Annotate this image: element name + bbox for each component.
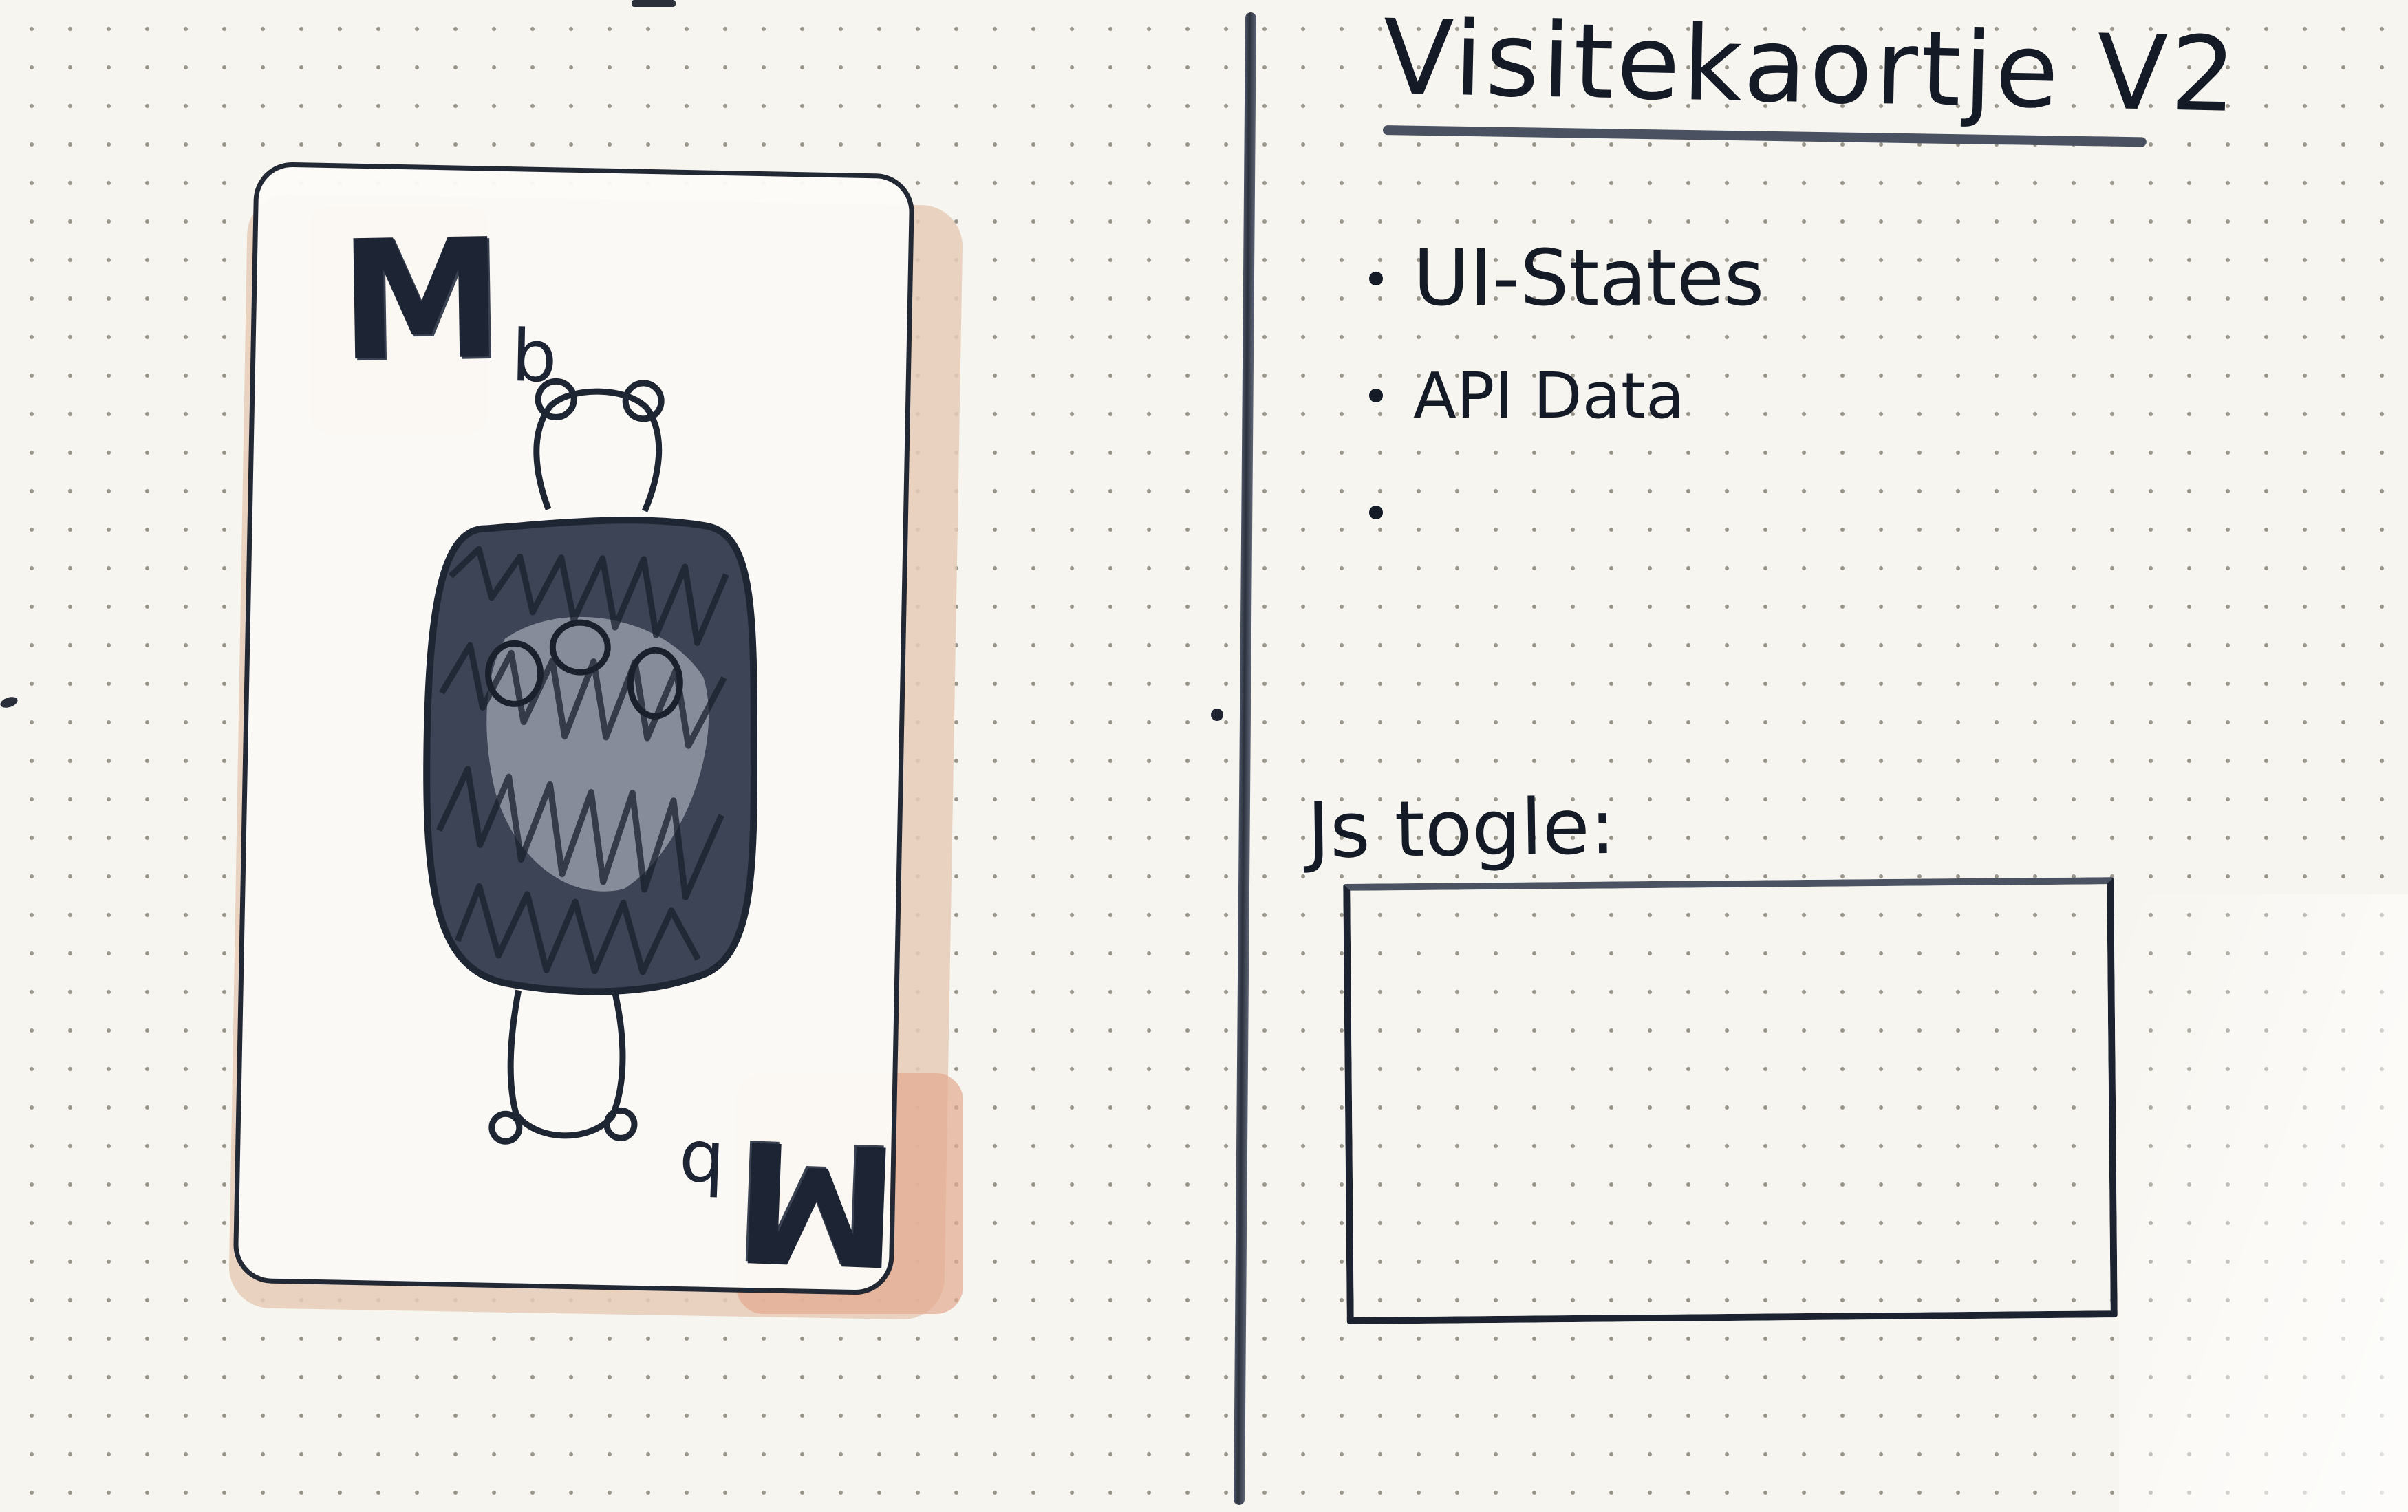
toggle-label: Js togle:	[1307, 781, 1617, 876]
list-item-label: UI-States	[1413, 234, 1765, 323]
bullet-icon	[1369, 272, 1383, 285]
figure-foot-right	[603, 1107, 638, 1141]
top-edge-mark	[632, 0, 676, 7]
bullet-icon	[1369, 506, 1383, 519]
margin-ink-mark	[0, 695, 19, 710]
list-item: API Data	[1369, 337, 1764, 454]
card-sketch: M b M b	[228, 158, 964, 1320]
card-figure-drawing	[423, 378, 757, 1145]
figure-ear-right	[622, 380, 665, 422]
bullet-icon	[1369, 389, 1383, 402]
list-item: UI-States	[1369, 220, 1764, 337]
list-item	[1369, 454, 1764, 571]
card-outline: M b M b	[233, 161, 915, 1302]
page-divider-line	[1233, 12, 1256, 1505]
page-title: Visitekaortje V2	[1382, 0, 2240, 136]
notes-list: UI-States API Data	[1369, 220, 1764, 571]
figure-head	[533, 388, 663, 512]
toggle-box	[1343, 877, 2118, 1324]
ink-dot	[1211, 709, 1223, 721]
figure-foot-left	[488, 1110, 523, 1145]
list-item-label: API Data	[1413, 358, 1685, 433]
page-shadow	[2119, 894, 2408, 1512]
